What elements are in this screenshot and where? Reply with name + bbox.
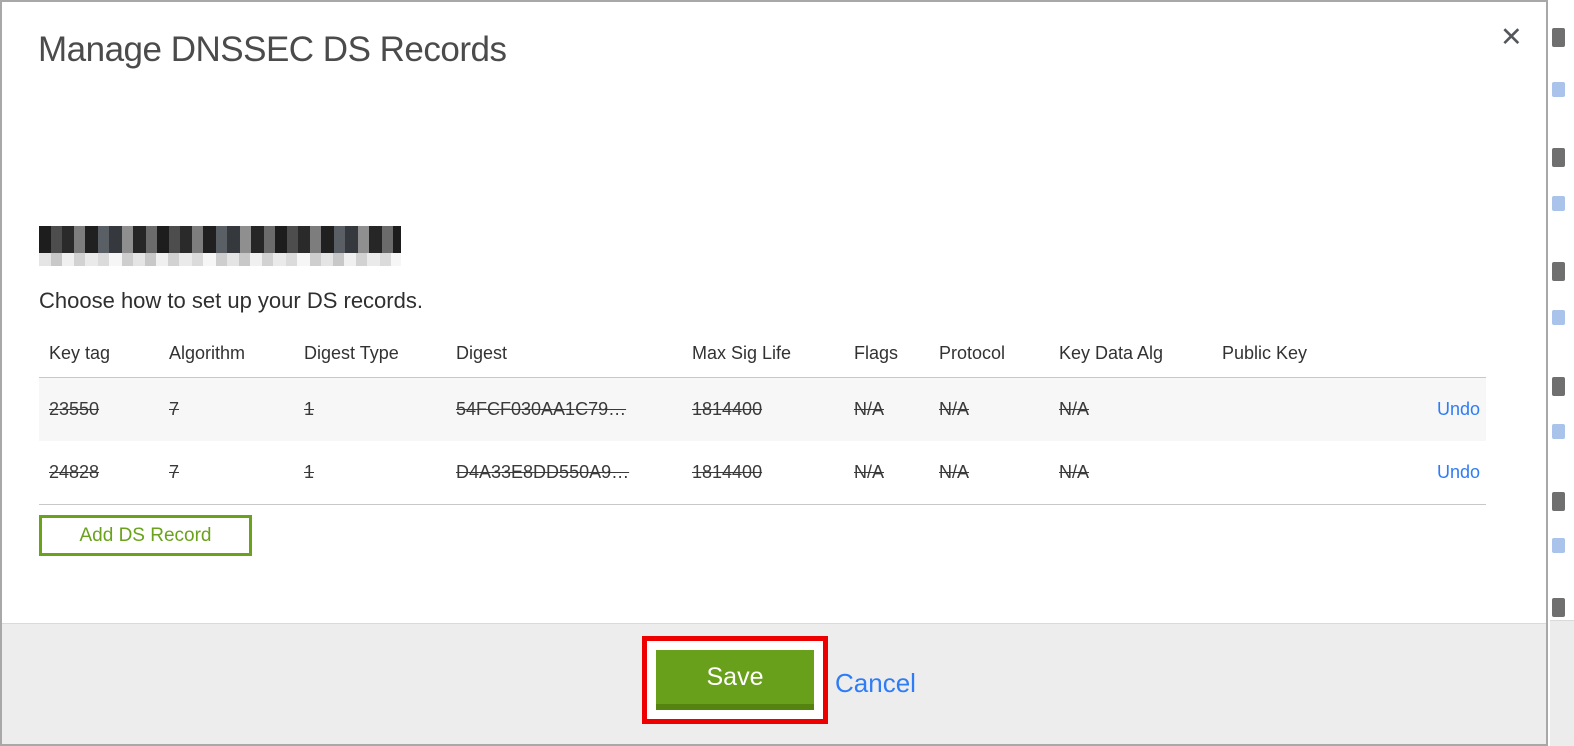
col-header-max-sig-life: Max Sig Life <box>692 343 792 363</box>
background-link-fragment <box>1552 82 1565 97</box>
col-header-digest-type: Digest Type <box>304 343 399 363</box>
cell-protocol: N/A <box>939 399 970 419</box>
col-header-algorithm: Algorithm <box>169 343 246 363</box>
cell-protocol: N/A <box>939 462 970 482</box>
background-footer-area <box>1550 620 1574 746</box>
redacted-domain-name <box>39 226 401 266</box>
save-annotation-red-box: Save <box>642 636 828 724</box>
undo-link[interactable]: Undo <box>1437 399 1480 419</box>
redacted-pixel-row-bottom <box>39 253 401 266</box>
col-header-key-tag: Key tag <box>49 343 111 363</box>
background-text-fragment <box>1552 148 1565 167</box>
dialog-title: Manage DNSSEC DS Records <box>38 30 507 69</box>
redacted-pixel-row-top <box>39 226 401 253</box>
background-text-fragment <box>1552 28 1565 47</box>
background-page-sliver <box>1550 0 1574 746</box>
cell-key-data-alg: N/A <box>1059 399 1090 419</box>
col-header-public-key: Public Key <box>1222 343 1308 363</box>
cancel-link[interactable]: Cancel <box>835 668 916 699</box>
screen: Manage DNSSEC DS Records ✕ Choose how to… <box>0 0 1574 746</box>
cell-key-tag: 24828 <box>49 462 100 482</box>
background-text-fragment <box>1552 377 1565 396</box>
setup-instruction-text: Choose how to set up your DS records. <box>39 288 423 313</box>
cell-digest: 54FCF030AA1C79… <box>456 399 627 419</box>
cell-digest-type: 1 <box>304 399 315 419</box>
cell-flags: N/A <box>854 399 885 419</box>
background-link-fragment <box>1552 310 1565 325</box>
undo-link[interactable]: Undo <box>1437 462 1480 482</box>
save-button[interactable]: Save <box>656 650 814 710</box>
background-text-fragment <box>1552 492 1565 511</box>
col-header-digest: Digest <box>456 343 508 363</box>
cell-key-tag: 23550 <box>49 399 100 419</box>
background-text-fragment <box>1552 598 1565 617</box>
cell-algorithm: 7 <box>169 462 180 482</box>
table-row: 23550 7 1 54FCF030AA1C79… 1814400 N/A N/… <box>39 378 1486 441</box>
table-row: 24828 7 1 D4A33E8DD550A9… 1814400 N/A N/… <box>39 441 1486 504</box>
cell-algorithm: 7 <box>169 399 180 419</box>
table-header-row: Key tag Algorithm Digest Type Digest Max… <box>39 330 1486 377</box>
background-link-fragment <box>1552 196 1565 211</box>
cell-flags: N/A <box>854 462 885 482</box>
cell-digest: D4A33E8DD550A9… <box>456 462 630 482</box>
cell-digest-type: 1 <box>304 462 315 482</box>
manage-dnssec-dialog: Manage DNSSEC DS Records ✕ Choose how to… <box>0 0 1548 746</box>
col-header-protocol: Protocol <box>939 343 1006 363</box>
table-body: 23550 7 1 54FCF030AA1C79… 1814400 N/A N/… <box>39 377 1486 505</box>
background-link-fragment <box>1552 538 1565 553</box>
cell-actions: Undo <box>1406 462 1486 483</box>
col-header-key-data-alg: Key Data Alg <box>1059 343 1164 363</box>
add-ds-record-button[interactable]: Add DS Record <box>39 515 252 556</box>
ds-records-table: Key tag Algorithm Digest Type Digest Max… <box>39 330 1486 505</box>
cell-max-sig-life: 1814400 <box>692 462 763 482</box>
background-link-fragment <box>1552 424 1565 439</box>
dialog-footer: Save Cancel <box>2 623 1546 744</box>
background-text-fragment <box>1552 262 1565 281</box>
close-icon[interactable]: ✕ <box>1500 24 1523 51</box>
col-header-flags: Flags <box>854 343 899 363</box>
cell-actions: Undo <box>1406 399 1486 420</box>
cell-max-sig-life: 1814400 <box>692 399 763 419</box>
cell-key-data-alg: N/A <box>1059 462 1090 482</box>
